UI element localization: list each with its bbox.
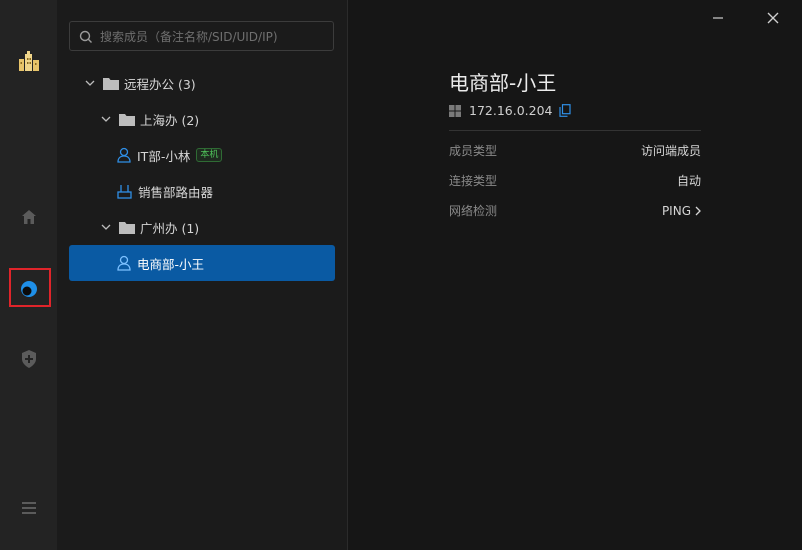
tree-member-label: 电商部-小王 — [137, 256, 205, 272]
member-tree-panel: 远程办公 (3) 上海办 (2) IT部-小林 本机 — [57, 0, 348, 550]
shield-plus-icon[interactable] — [0, 349, 57, 369]
user-icon — [117, 255, 131, 271]
tree-member-router[interactable]: 销售部路由器 — [117, 178, 213, 204]
tree-member-label: IT部-小林 — [137, 148, 191, 164]
folder-icon — [103, 77, 119, 90]
search-input[interactable] — [98, 22, 332, 52]
network-check-label: 网络检测 — [449, 204, 498, 218]
minimize-button[interactable] — [708, 8, 728, 28]
network-check-row[interactable]: 网络检测 PING — [449, 202, 701, 219]
tree-member-ecom[interactable]: 电商部-小王 — [117, 250, 204, 276]
tree-member-label: 销售部路由器 — [138, 184, 214, 200]
search-icon — [79, 29, 93, 48]
ip-address: 172.16.0.204 — [469, 103, 553, 118]
ip-line: 172.16.0.204 — [449, 103, 571, 118]
ping-label: PING — [661, 203, 691, 218]
chevron-down-icon[interactable] — [99, 224, 113, 230]
member-detail-panel: 电商部-小王 172.16.0.204 成员类型 访问端成员 连接类型 自动 网… — [348, 0, 802, 550]
tree-member-it[interactable]: IT部-小林 本机 — [117, 142, 223, 168]
close-icon — [767, 12, 779, 24]
nav-rail — [0, 0, 58, 550]
folder-icon — [119, 221, 135, 234]
network-icon[interactable] — [0, 279, 57, 299]
member-type-label: 成员类型 — [449, 144, 498, 158]
home-icon[interactable] — [0, 208, 57, 226]
tree-group-label: 上海办 (2) — [140, 112, 200, 128]
search-box[interactable] — [69, 21, 334, 52]
tree-group-guangzhou[interactable]: 广州办 (1) — [99, 214, 199, 240]
tree-group-label: 广州办 (1) — [140, 220, 200, 236]
connection-type-value: 自动 — [676, 174, 701, 188]
copy-icon[interactable] — [558, 104, 571, 117]
windows-icon — [449, 104, 461, 117]
router-icon — [117, 184, 132, 199]
folder-icon — [119, 113, 135, 126]
member-type-row: 成员类型 访问端成员 — [449, 142, 701, 159]
chevron-down-icon[interactable] — [99, 116, 113, 122]
user-icon — [117, 147, 131, 163]
ping-link[interactable]: PING — [662, 202, 701, 219]
member-type-value: 访问端成员 — [640, 144, 701, 158]
tree-group-root[interactable]: 远程办公 (3) — [83, 70, 196, 96]
connection-type-row: 连接类型 自动 — [449, 172, 701, 189]
local-device-badge: 本机 — [196, 148, 223, 162]
divider — [449, 130, 701, 131]
close-button[interactable] — [763, 8, 783, 28]
app-logo-icon — [0, 50, 57, 72]
tree-group-label: 远程办公 (3) — [124, 76, 196, 92]
menu-icon[interactable] — [0, 500, 57, 516]
connection-type-label: 连接类型 — [449, 174, 498, 188]
tree-group-shanghai[interactable]: 上海办 (2) — [99, 106, 199, 132]
member-title: 电商部-小王 — [449, 71, 557, 95]
chevron-right-icon — [695, 206, 701, 216]
chevron-down-icon[interactable] — [83, 80, 97, 86]
